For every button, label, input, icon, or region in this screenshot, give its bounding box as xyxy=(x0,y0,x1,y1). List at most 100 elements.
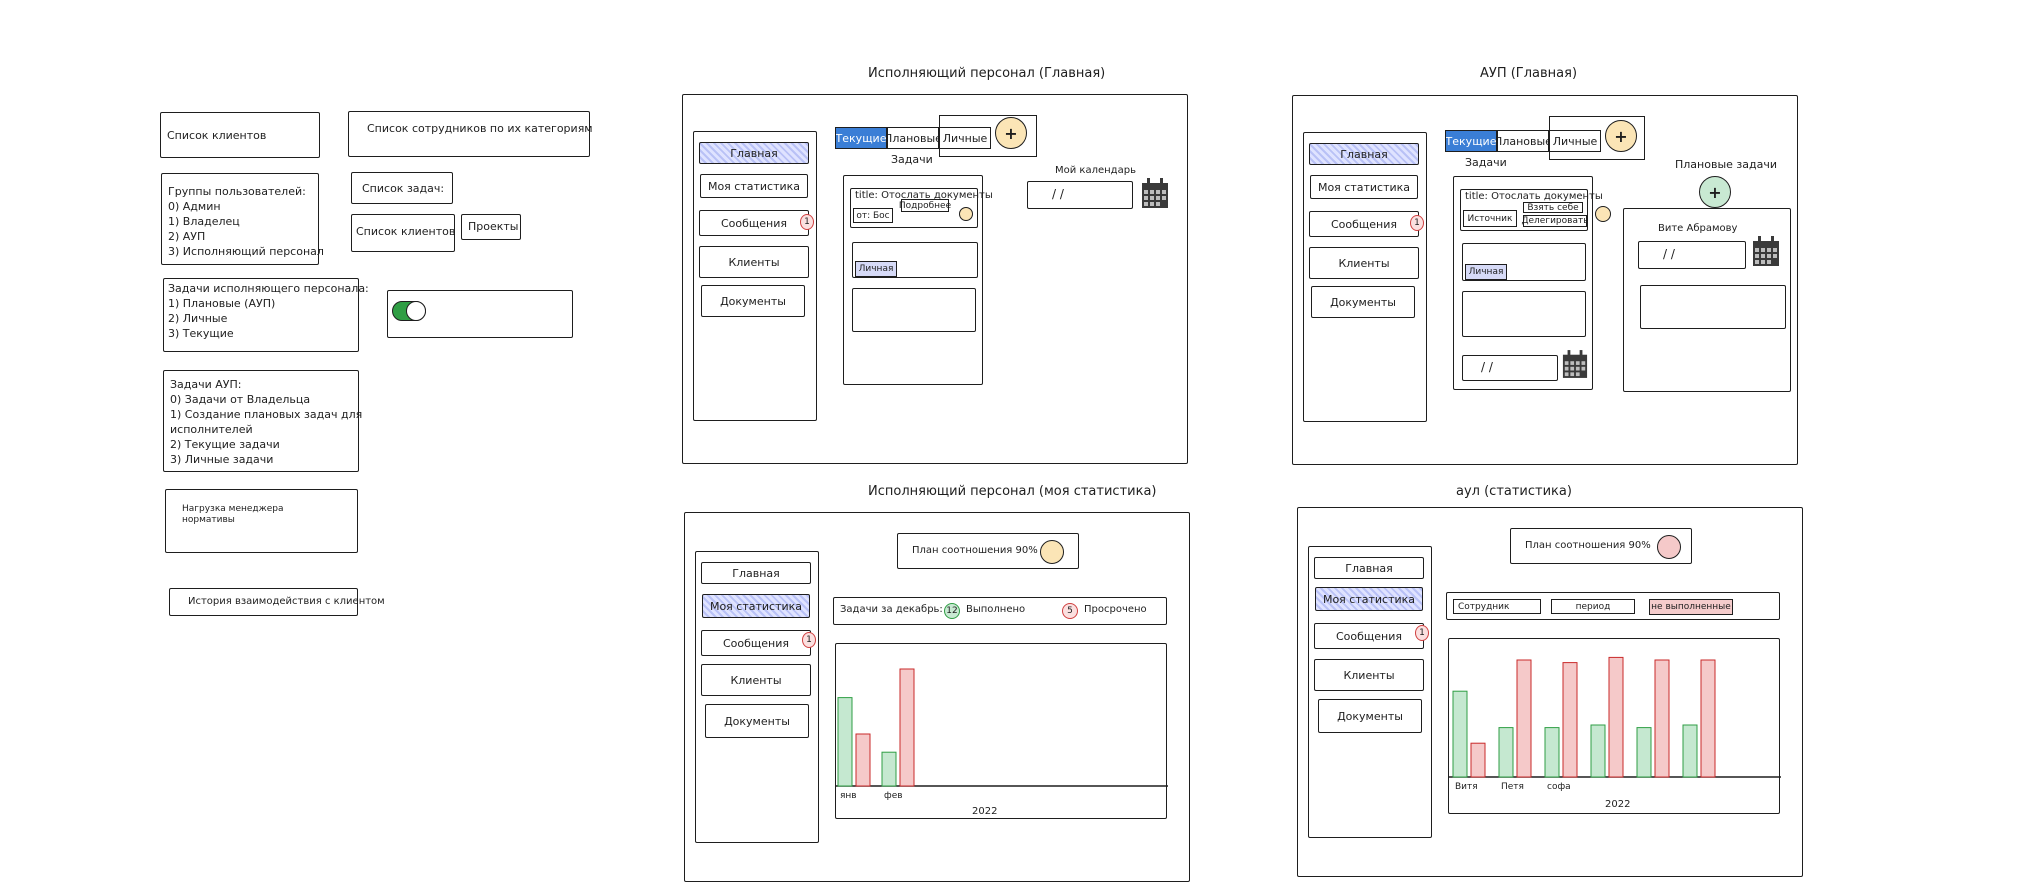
planned-task-card[interactable] xyxy=(1640,285,1786,329)
nav-documents[interactable]: Документы xyxy=(1318,699,1422,733)
calendar-date-input[interactable]: / / xyxy=(1027,181,1133,209)
tab-current[interactable]: Текущие xyxy=(835,127,887,149)
add-task-button[interactable]: + xyxy=(995,117,1027,149)
task-source: Источник xyxy=(1463,210,1517,227)
aup-tasks-box: Задачи АУП: 0) Задачи от Владельца 1) Со… xyxy=(163,370,363,472)
nav-messages[interactable]: Сообщения xyxy=(699,210,809,236)
task-date-input[interactable]: / / xyxy=(1462,355,1558,381)
nav-my-stats[interactable]: Моя статистика xyxy=(1310,175,1418,199)
nav-clients[interactable]: Клиенты xyxy=(701,664,811,696)
bar-red-5 xyxy=(1700,659,1716,778)
planned-tasks-heading: Плановые задачи xyxy=(1675,158,1777,171)
task-date-value: / / xyxy=(1481,360,1493,374)
empty-task-card[interactable] xyxy=(1462,291,1586,337)
task-list-label: Список задач: xyxy=(362,182,445,195)
add-task-button[interactable]: + xyxy=(1605,120,1637,152)
tasks-heading: Задачи xyxy=(891,153,933,166)
manager-load-box: Нагрузка менеджера нормативы xyxy=(165,489,358,553)
nav-documents[interactable]: Документы xyxy=(705,704,809,738)
calendar-icon[interactable] xyxy=(1141,177,1169,209)
nav-home[interactable]: Главная xyxy=(701,562,811,584)
nav-clients[interactable]: Клиенты xyxy=(1309,247,1419,279)
plan-ratio-box: План соотношения 90% xyxy=(1510,528,1692,564)
nav-my-stats[interactable]: Моя статистика xyxy=(702,594,810,618)
manager-load-text: Нагрузка менеджера нормативы xyxy=(182,504,284,525)
nav-home[interactable]: Главная xyxy=(1309,143,1419,165)
nav-documents[interactable]: Документы xyxy=(1311,286,1415,318)
nav-clients[interactable]: Клиенты xyxy=(699,246,809,278)
planned-date-input[interactable]: / / xyxy=(1638,241,1746,269)
personal-tag: Личная xyxy=(855,261,897,277)
clients-list-label: Список клиентов xyxy=(167,129,267,142)
tasks-panel: title: Отослать документы Источник Взять… xyxy=(1453,176,1603,390)
frame1-sidebar: Главная Моя статистика Сообщения 1 Клиен… xyxy=(693,131,817,421)
nav-documents[interactable]: Документы xyxy=(701,285,805,317)
frame2: Главная Моя статистика Сообщения 1 Клиен… xyxy=(1292,95,1798,465)
bar-red-2 xyxy=(1562,662,1578,778)
nav-my-stats[interactable]: Моя статистика xyxy=(1315,587,1423,611)
frame3-title: Исполняющий персонал (моя статистика) xyxy=(868,484,1157,499)
late-label: Просрочено xyxy=(1084,604,1147,615)
frame1: Главная Моя статистика Сообщения 1 Клиен… xyxy=(682,94,1188,464)
empty-task-card[interactable] xyxy=(852,288,976,332)
nav-my-stats[interactable]: Моя статистика xyxy=(700,174,808,198)
aup-tasks-text: Задачи АУП: 0) Задачи от Владельца 1) Со… xyxy=(170,378,363,466)
calendar-icon[interactable] xyxy=(1562,349,1588,379)
task-card[interactable]: title: Отослать документы от: Бос Подроб… xyxy=(850,188,993,228)
chart1-svg: янв фев 2022 xyxy=(836,668,1168,817)
nav-messages[interactable]: Сообщения xyxy=(1314,623,1424,649)
history-label: История взаимодействия с клиентом xyxy=(188,596,385,607)
exec-tasks-text: Задачи исполняющего персонала: 1) Планов… xyxy=(168,282,369,340)
bar-green-5 xyxy=(1682,724,1698,778)
toggle-switch[interactable] xyxy=(392,301,426,321)
user-groups-text: Группы пользователей: 0) Админ 1) Владел… xyxy=(168,185,324,258)
history-box: История взаимодействия с клиентом xyxy=(169,588,385,616)
frame2-sidebar: Главная Моя статистика Сообщения 1 Клиен… xyxy=(1303,132,1427,422)
tab-current[interactable]: Текущие xyxy=(1445,130,1497,152)
tasks-summary-bar: Задачи за декабрь: 12 Выполнено 5 Просро… xyxy=(833,597,1167,625)
frame2-title: АУП (Главная) xyxy=(1480,66,1578,81)
tab-planned[interactable]: Плановые xyxy=(1497,130,1549,152)
nav-messages[interactable]: Сообщения xyxy=(1309,211,1419,237)
calendar-icon[interactable] xyxy=(1752,235,1780,267)
period-filter[interactable]: период xyxy=(1551,599,1635,614)
chart2-panel: Витя Петя софа 2022 xyxy=(1448,638,1781,814)
user-groups-box: Группы пользователей: 0) Админ 1) Владел… xyxy=(161,173,324,265)
frame4-title: аул (статистика) xyxy=(1456,484,1572,499)
bar-red-1 xyxy=(899,668,915,787)
delegate-button[interactable]: Делегировать xyxy=(1521,215,1589,227)
task-card[interactable]: title: Отослать документы Источник Взять… xyxy=(1460,189,1603,231)
nav-clients[interactable]: Клиенты xyxy=(1314,659,1424,691)
plan-ratio-label: План соотношения 90% xyxy=(912,545,1038,556)
employee-filter[interactable]: Сотрудник xyxy=(1453,599,1541,614)
nav-home[interactable]: Главная xyxy=(699,142,809,164)
tab-personal[interactable]: Личные xyxy=(939,127,991,149)
nav-messages[interactable]: Сообщения xyxy=(701,630,811,656)
planned-tasks-panel: Вите Абрамову / / xyxy=(1623,208,1791,392)
details-button[interactable]: Подробнее xyxy=(899,199,951,212)
not-done-filter[interactable]: не выполненные xyxy=(1649,599,1733,615)
nav-home[interactable]: Главная xyxy=(1314,557,1424,579)
bar-green-3 xyxy=(1590,724,1606,778)
plan-ratio-indicator xyxy=(1657,535,1681,559)
bar-green-4 xyxy=(1636,727,1652,778)
x-tick-label-0: Витя xyxy=(1455,782,1478,792)
add-planned-task-button[interactable]: + xyxy=(1699,176,1731,208)
clients-list-box-2: Список клиентов xyxy=(351,214,455,252)
clients-list-box: Список клиентов xyxy=(160,112,320,158)
task-from: от: Бос xyxy=(853,208,893,223)
chart2-svg: Витя Петя софа 2022 xyxy=(1449,656,1781,810)
tab-planned[interactable]: Плановые xyxy=(887,127,939,149)
clients-list-label-2: Список клиентов xyxy=(356,225,456,238)
personal-task-card[interactable]: Личная xyxy=(1462,243,1586,281)
bar-red-0 xyxy=(855,733,871,787)
tab-personal[interactable]: Личные xyxy=(1549,130,1601,152)
tasks-heading: Задачи xyxy=(1465,156,1507,169)
take-button[interactable]: Взять себе xyxy=(1523,202,1583,213)
status-dot xyxy=(1595,206,1611,222)
toggle-knob xyxy=(406,301,426,321)
frame4-sidebar: Главная Моя статистика Сообщения 1 Клиен… xyxy=(1308,546,1432,838)
messages-badge: 1 xyxy=(800,214,814,230)
personal-task-card[interactable]: Личная xyxy=(852,242,978,278)
my-calendar-label: Мой календарь xyxy=(1055,165,1136,176)
